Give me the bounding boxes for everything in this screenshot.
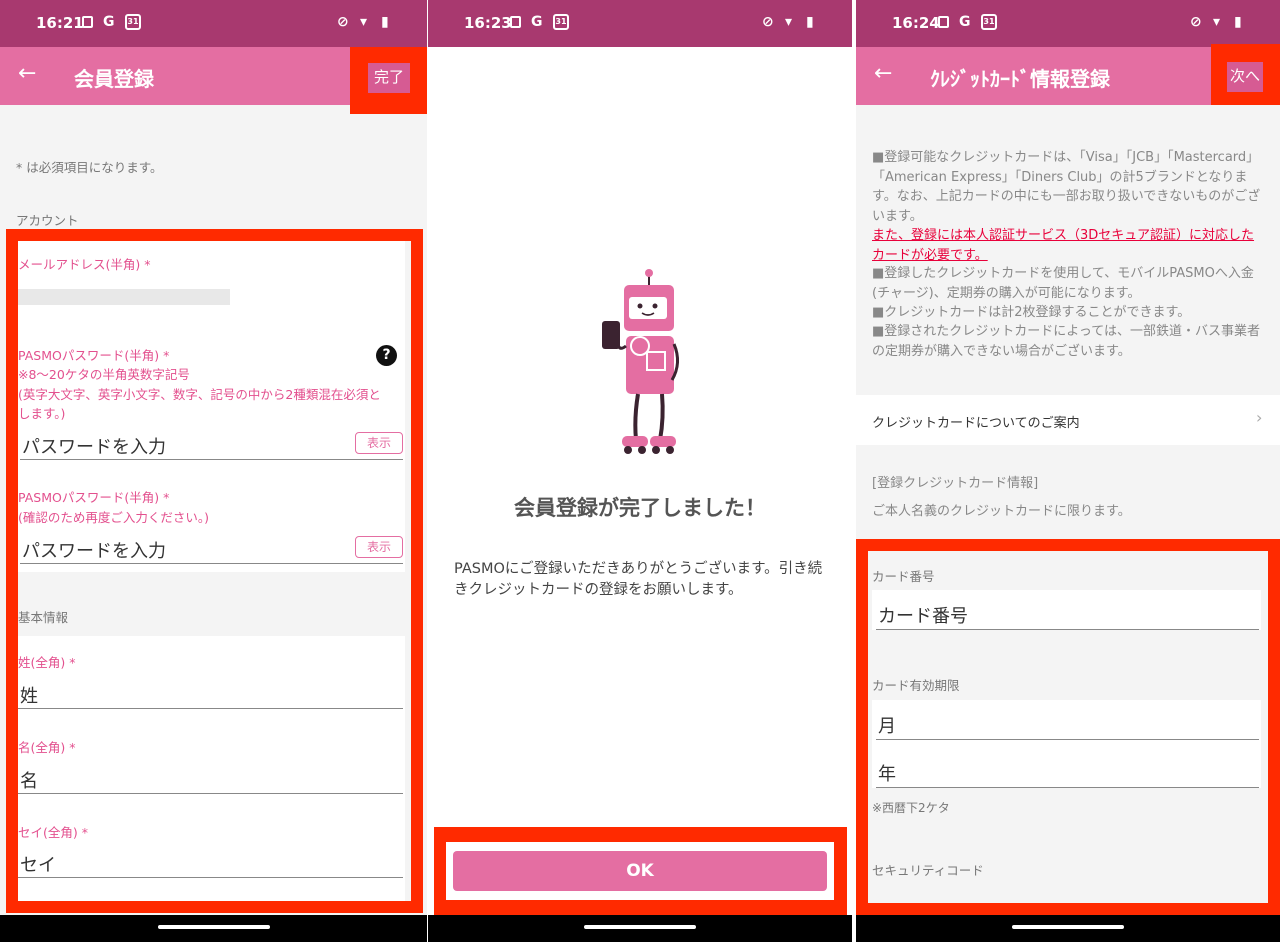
sei-input[interactable]: 姓: [18, 682, 403, 709]
back-arrow-icon[interactable]: ←: [874, 61, 892, 86]
status-time: 16:21: [36, 14, 84, 32]
page-title: ｸﾚｼﾞｯﾄｶｰﾄﾞ情報登録: [930, 67, 1110, 91]
expiry-year-input[interactable]: 年: [876, 760, 1259, 788]
wifi-icon: ▾: [1213, 14, 1221, 30]
wifi-icon: ▾: [360, 14, 368, 30]
mascot-robot-illustration: [602, 269, 679, 454]
mei-label: 名(全角) *: [18, 740, 76, 755]
expiry-month-input[interactable]: 月: [876, 712, 1259, 740]
google-icon: G: [103, 14, 115, 30]
security-code-label: セキュリティコード: [872, 863, 984, 878]
status-bar: 16:23 G 31 ⊘ ▾ ▮: [428, 0, 852, 47]
password-label: PASMOパスワード(半角) *: [18, 348, 170, 363]
section-basic: 基本情報: [18, 610, 69, 625]
year-format-note: ※西暦下2ケタ: [872, 801, 950, 815]
password-help-1: ※8～20ケタの半角英数字記号: [18, 367, 190, 382]
password-help-3: します。): [18, 406, 66, 421]
ok-button[interactable]: OK: [453, 851, 827, 891]
seikana-label: セイ(全角) *: [18, 825, 88, 840]
wifi-icon: ▾: [785, 14, 793, 30]
section-card-info: [登録クレジットカード情報]: [872, 476, 1039, 491]
email-label: メールアドレス(半角) *: [18, 257, 151, 272]
mute-icon: ⊘: [1190, 14, 1202, 30]
screen-registration-complete: 16:23 G 31 ⊘ ▾ ▮ 会員登録が完了しました！ PASMOにご登録い…: [428, 0, 852, 942]
screen-member-registration: 16:21 G 31 ⊘ ▾ ▮ ← 会員登録 完了 * は必須項目になります。…: [0, 0, 427, 942]
calendar-icon: 31: [553, 14, 569, 30]
chevron-right-icon: ›: [1256, 408, 1263, 427]
home-handle[interactable]: [584, 925, 696, 929]
card-form-area: カード番号 カード番号 カード有効期限 月 年 ※西暦下2ケタ セキュリティコー…: [872, 556, 1261, 892]
info-panel: ■登録可能なクレジットカードは、「Visa」「JCB」「Mastercard」「…: [856, 105, 1280, 395]
screenshot-icon: [82, 16, 93, 28]
nav-bar: [428, 915, 852, 942]
card-owner-note: ご本人名義のクレジットカードに限ります。: [872, 504, 1131, 519]
status-time: 16:24: [892, 14, 940, 32]
next-button[interactable]: 次へ: [1227, 62, 1263, 92]
status-bar: 16:24 G 31 ⊘ ▾ ▮: [856, 0, 1280, 47]
show-password-confirm-button[interactable]: 表示: [355, 536, 403, 558]
status-bar: 16:21 G 31 ⊘ ▾ ▮: [0, 0, 427, 47]
completion-message: PASMOにご登録いただきありがとうございます。引き続きクレジットカードの登録を…: [454, 561, 823, 598]
show-password-button[interactable]: 表示: [355, 432, 403, 454]
form-area: メールアドレス(半角) * PASMOパスワード(半角) * ? ※8～20ケタ…: [18, 241, 405, 901]
sei-label: 姓(全角) *: [18, 655, 76, 670]
calendar-icon: 31: [125, 14, 141, 30]
email-value-blurred[interactable]: [18, 289, 230, 305]
home-handle[interactable]: [157, 925, 270, 929]
battery-icon: ▮: [806, 14, 814, 30]
info-restriction: ■登録されたクレジットカードによっては、一部鉄道・バス事業者の定期券が購入できな…: [872, 324, 1260, 359]
completion-heading: 会員登録が完了しました！: [514, 496, 766, 520]
battery-icon: ▮: [1234, 14, 1242, 30]
expiry-label: カード有効期限: [872, 678, 960, 693]
page-title: 会員登録: [74, 67, 154, 91]
seikana-input[interactable]: セイ: [18, 851, 403, 878]
google-icon: G: [531, 14, 543, 30]
password-input[interactable]: パスワードを入力: [20, 433, 403, 460]
mute-icon: ⊘: [762, 14, 774, 30]
card-number-input[interactable]: カード番号: [876, 602, 1259, 630]
required-note: * は必須項目になります。: [16, 160, 163, 175]
done-button[interactable]: 完了: [368, 63, 410, 93]
screenshot-icon: [510, 16, 521, 28]
info-usage: ■登録したクレジットカードを使用して、モバイルPASMOへ入金(チャージ)、定期…: [872, 266, 1254, 301]
info-limit: ■クレジットカードは計2枚登録することができます。: [872, 305, 1191, 320]
info-3d-secure: また、登録には本人認証サービス（3Dセキュア認証）に対応したカードが必要です。: [872, 228, 1255, 263]
password-help-2: (英字大文字、英字小文字、数字、記号の中から2種類混在必須と: [18, 387, 381, 402]
password-confirm-label: PASMOパスワード(半角) *: [18, 490, 170, 505]
screenshot-icon: [938, 16, 949, 28]
home-handle[interactable]: [1012, 925, 1124, 929]
card-number-label: カード番号: [872, 569, 935, 584]
status-time: 16:23: [464, 14, 512, 32]
calendar-icon: 31: [981, 14, 997, 30]
section-account: アカウント: [16, 213, 79, 228]
mei-input[interactable]: 名: [18, 767, 403, 794]
card-guide-link[interactable]: クレジットカードについてのご案内 ›: [856, 395, 1280, 445]
mute-icon: ⊘: [337, 14, 349, 30]
nav-bar: [0, 915, 427, 942]
screen-credit-card-registration: 16:24 G 31 ⊘ ▾ ▮ ← ｸﾚｼﾞｯﾄｶｰﾄﾞ情報登録 次へ ■登録…: [856, 0, 1280, 942]
help-icon[interactable]: ?: [376, 345, 397, 366]
google-icon: G: [959, 14, 971, 30]
card-guide-label: クレジットカードについてのご案内: [872, 416, 1080, 431]
basic-section-band: [18, 572, 405, 636]
battery-icon: ▮: [381, 14, 389, 30]
password-confirm-help: (確認のため再度ご入力ください。): [18, 510, 210, 525]
password-confirm-input[interactable]: パスワードを入力: [20, 537, 403, 564]
back-arrow-icon[interactable]: ←: [18, 61, 36, 86]
info-brands: ■登録可能なクレジットカードは、「Visa」「JCB」「Mastercard」「…: [872, 150, 1261, 224]
nav-bar: [856, 915, 1280, 942]
